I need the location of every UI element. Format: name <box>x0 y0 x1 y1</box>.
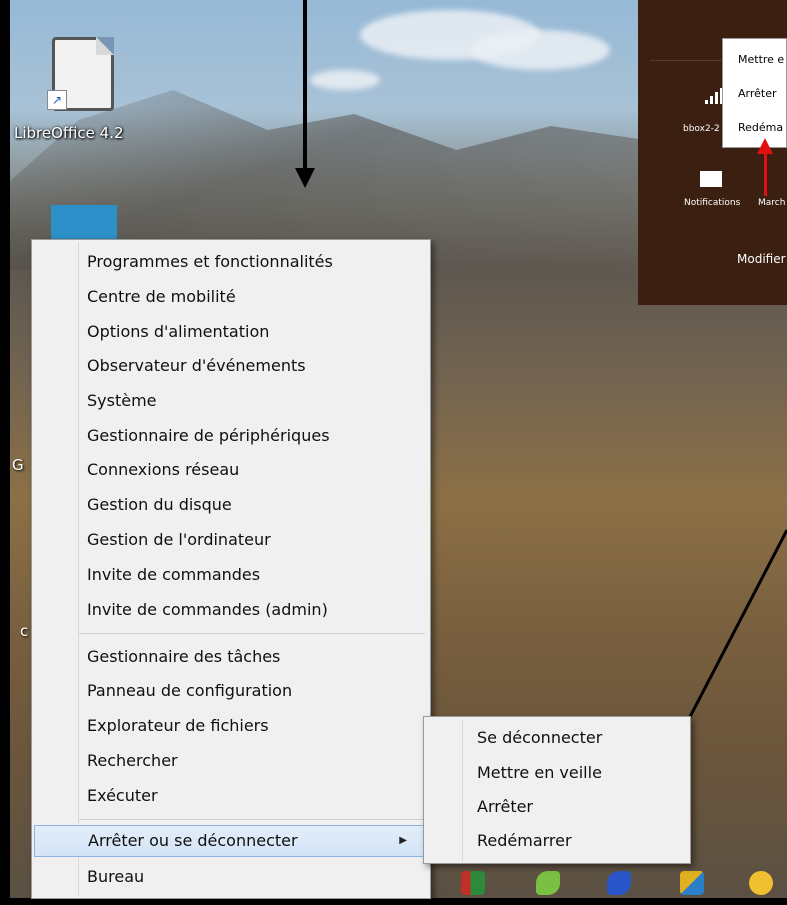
desktop-label-fragment: c <box>20 622 29 640</box>
menu-item-executer[interactable]: Exécuter <box>34 780 428 812</box>
menu-item-systeme[interactable]: Système <box>34 385 428 417</box>
desktop-icon-label[interactable]: LibreOffice 4.2 <box>14 124 124 142</box>
menu-item-peripheriques[interactable]: Gestionnaire de périphériques <box>34 420 428 452</box>
menu-item-ordinateur[interactable]: Gestion de l'ordinateur <box>34 524 428 556</box>
black-border-left <box>0 0 10 905</box>
menu-item-observateur[interactable]: Observateur d'événements <box>34 350 428 382</box>
cloud <box>310 70 380 90</box>
notifications-label: Notifications <box>684 198 741 208</box>
black-border-bottom <box>0 898 787 905</box>
notifications-icon[interactable] <box>700 171 722 187</box>
shortcut-arrow-icon: ↗ <box>47 90 67 110</box>
power-popup-item[interactable]: Arrêter <box>738 87 777 100</box>
menu-item-configuration[interactable]: Panneau de configuration <box>34 675 428 707</box>
red-arrow-line <box>764 152 767 196</box>
submenu-gutter <box>462 719 463 861</box>
menu-item-taches[interactable]: Gestionnaire des tâches <box>34 641 428 673</box>
submenu-item-redemarrer[interactable]: Redémarrer <box>477 824 572 858</box>
march-label: March <box>758 198 786 208</box>
network-label: bbox2-2 <box>683 124 720 134</box>
taskbar-clock-icon[interactable] <box>749 871 773 895</box>
cloud <box>470 30 610 70</box>
menu-item-programmes[interactable]: Programmes et fonctionnalités <box>34 246 428 278</box>
menu-item-label: Arrêter ou se déconnecter <box>88 831 298 850</box>
menu-item-rechercher[interactable]: Rechercher <box>34 745 428 777</box>
power-popup: Mettre e Arrêter Redéma <box>722 38 787 148</box>
menu-item-connexions[interactable]: Connexions réseau <box>34 454 428 486</box>
submenu-item-veille[interactable]: Mettre en veille <box>477 756 602 790</box>
submenu-item-deconnecter[interactable]: Se déconnecter <box>477 721 602 755</box>
menu-item-disque[interactable]: Gestion du disque <box>34 489 428 521</box>
desktop-label-fragment: G <box>12 456 24 474</box>
taskbar-grid-icon[interactable] <box>680 871 704 895</box>
power-popup-item[interactable]: Mettre e <box>738 53 784 66</box>
shutdown-submenu: Se déconnecter Mettre en veille Arrêter … <box>423 716 691 864</box>
submenu-arrow-icon: ▶ <box>399 835 407 846</box>
modifier-link[interactable]: Modifier <box>737 252 786 266</box>
menu-item-bureau[interactable]: Bureau <box>34 861 428 893</box>
menu-item-invite-admin[interactable]: Invite de commandes (admin) <box>34 594 428 626</box>
taskbar-app-icon[interactable] <box>461 871 485 895</box>
taskbar-leaf-icon[interactable] <box>536 871 560 895</box>
power-popup-item[interactable]: Redéma <box>738 121 783 134</box>
winx-context-menu: Programmes et fonctionnalités Centre de … <box>31 239 431 899</box>
submenu-item-arreter[interactable]: Arrêter <box>477 790 533 824</box>
menu-item-explorateur[interactable]: Explorateur de fichiers <box>34 710 428 742</box>
menu-item-arreter-deconnecter[interactable]: Arrêter ou se déconnecter ▶ <box>34 825 428 857</box>
menu-item-invite[interactable]: Invite de commandes <box>34 559 428 591</box>
menu-item-mobilite[interactable]: Centre de mobilité <box>34 281 428 313</box>
menu-separator <box>79 819 425 820</box>
network-signal-icon[interactable] <box>703 86 723 106</box>
menu-separator <box>79 633 425 634</box>
taskbar-feather-icon[interactable] <box>607 871 631 895</box>
menu-item-alimentation[interactable]: Options d'alimentation <box>34 316 428 348</box>
